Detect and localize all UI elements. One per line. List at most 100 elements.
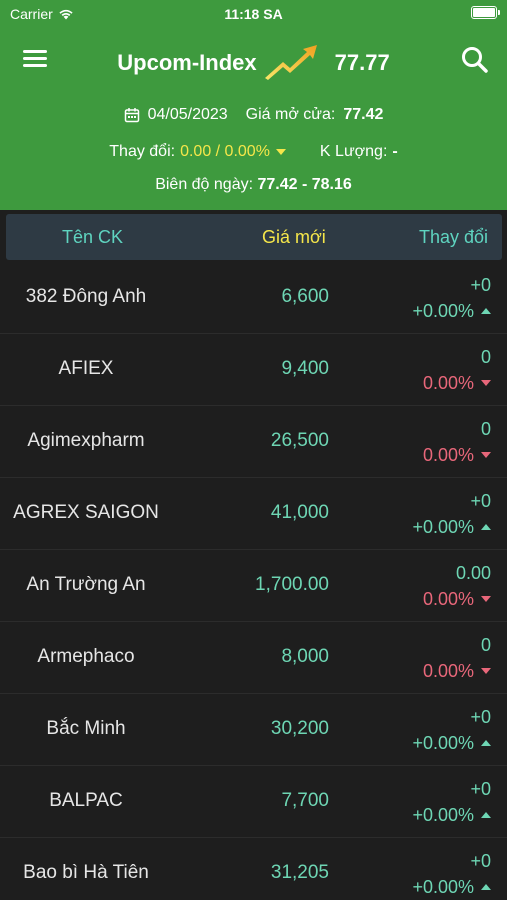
stock-change: +0 +0.00% <box>412 848 491 900</box>
trade-date: 04/05/2023 <box>147 106 228 123</box>
change-percent-wrap: +0.00% <box>412 514 491 540</box>
change-percent: +0.00% <box>412 733 474 753</box>
caret-down-icon <box>481 380 491 386</box>
table-row[interactable]: Agimexpharm 26,500 0 0.00% <box>0 406 507 478</box>
column-price[interactable]: Giá mới <box>262 227 326 248</box>
stock-name: Bắc Minh <box>46 718 126 739</box>
table-row[interactable]: 382 Đông Anh 6,600 +0 +0.00% <box>0 262 507 334</box>
date-row: 04/05/2023 Giá mở cửa: 77.42 <box>0 106 507 124</box>
change-percent-wrap: 0.00% <box>423 658 491 684</box>
stock-change: 0 0.00% <box>423 632 491 684</box>
range-row: Biên độ ngày: 77.42 - 78.16 <box>0 176 507 194</box>
change-percent-wrap: 0.00% <box>423 370 491 396</box>
change-percent: +0.00% <box>412 517 474 537</box>
change-percent-wrap: +0.00% <box>412 298 491 324</box>
table-row[interactable]: AGREX SAIGON 41,000 +0 +0.00% <box>0 478 507 550</box>
table-row[interactable]: An Trường An 1,700.00 0.00 0.00% <box>0 550 507 622</box>
calendar-icon <box>124 108 139 123</box>
change-absolute: 0 <box>480 347 491 367</box>
status-bar: Carrier 11:18 SA <box>0 0 507 28</box>
stock-price: 7,700 <box>281 790 329 811</box>
stock-price: 30,200 <box>270 718 329 739</box>
stock-price: 6,600 <box>281 286 329 307</box>
stock-change: 0 0.00% <box>423 344 491 396</box>
table-row[interactable]: Armephaco 8,000 0 0.00% <box>0 622 507 694</box>
change-absolute: 0.00 <box>455 563 491 583</box>
index-title: Upcom-Index 77.77 <box>0 45 507 80</box>
column-name[interactable]: Tên CK <box>62 227 123 248</box>
change-absolute: +0 <box>470 491 491 511</box>
caret-up-icon <box>481 884 491 890</box>
stock-change: +0 +0.00% <box>412 272 491 324</box>
change-percent: +0.00% <box>412 301 474 321</box>
caret-up-icon <box>481 740 491 746</box>
change-percent: 0.00% <box>422 589 474 609</box>
chevron-down-icon[interactable] <box>275 149 286 155</box>
table-row[interactable]: AFIEX 9,400 0 0.00% <box>0 334 507 406</box>
range-label: Biên độ ngày: <box>155 176 254 193</box>
stock-price: 1,700.00 <box>255 574 329 595</box>
change-percent-wrap: 0.00% <box>423 442 491 468</box>
index-name: Upcom-Index <box>117 50 257 75</box>
stock-name: Armephaco <box>37 646 135 667</box>
volume-label: K Lượng: <box>319 143 388 160</box>
table-row[interactable]: Bắc Minh 30,200 +0 +0.00% <box>0 694 507 766</box>
change-absolute: 0 <box>480 635 491 655</box>
change-percent: +0.00% <box>412 877 474 897</box>
stock-name: Bao bì Hà Tiên <box>23 862 149 883</box>
stock-name: An Trường An <box>26 574 146 595</box>
clock: 11:18 SA <box>224 6 283 22</box>
change-absolute: +0 <box>470 851 491 871</box>
change-percent: 0.00% <box>422 373 474 393</box>
stock-price: 41,000 <box>270 502 329 523</box>
table-header: Tên CK Giá mới Thay đổi <box>6 214 502 260</box>
change-percent-wrap: 0.00% <box>423 586 491 612</box>
stock-change: +0 +0.00% <box>412 704 491 756</box>
stock-name: BALPAC <box>49 790 123 811</box>
open-label: Giá mở cửa: <box>245 106 336 123</box>
open-value: 77.42 <box>343 106 384 123</box>
search-button[interactable] <box>459 44 491 76</box>
stock-price: 31,205 <box>270 862 329 883</box>
change-percent: +0.00% <box>412 805 474 825</box>
stock-name: AGREX SAIGON <box>13 502 159 523</box>
column-change[interactable]: Thay đổi <box>419 227 488 248</box>
change-percent: 0.00% <box>422 445 474 465</box>
change-percent: 0.00% <box>422 661 474 681</box>
stock-price: 9,400 <box>281 358 329 379</box>
stock-change: 0 0.00% <box>423 416 491 468</box>
caret-up-icon <box>481 524 491 530</box>
caret-down-icon <box>481 596 491 602</box>
change-label: Thay đổi: <box>109 143 176 160</box>
caret-down-icon <box>481 668 491 674</box>
stock-change: 0.00 0.00% <box>423 560 491 612</box>
caret-down-icon <box>481 452 491 458</box>
change-absolute: 0 <box>480 419 491 439</box>
nav-bar: Upcom-Index 77.77 <box>0 38 507 82</box>
stock-price: 8,000 <box>281 646 329 667</box>
table-row[interactable]: BALPAC 7,700 +0 +0.00% <box>0 766 507 838</box>
trend-up-icon <box>264 45 317 80</box>
change-row: Thay đổi: 0.00 / 0.00% K Lượng: - <box>0 143 507 161</box>
stock-name: AFIEX <box>58 358 114 379</box>
header: Carrier 11:18 SA Upcom-Index 77.77 04/05… <box>0 0 507 210</box>
change-value[interactable]: 0.00 / 0.00% <box>180 143 270 161</box>
stock-name: 382 Đông Anh <box>25 286 147 307</box>
change-percent-wrap: +0.00% <box>412 802 491 828</box>
battery-icon <box>471 6 500 19</box>
caret-up-icon <box>481 308 491 314</box>
caret-up-icon <box>481 812 491 818</box>
change-absolute: +0 <box>470 779 491 799</box>
index-value: 77.77 <box>334 50 390 75</box>
change-percent-wrap: +0.00% <box>412 874 491 900</box>
range-value: 77.42 - 78.16 <box>257 176 352 193</box>
change-absolute: +0 <box>470 275 491 295</box>
stock-name: Agimexpharm <box>27 430 145 451</box>
search-icon <box>462 47 488 73</box>
change-percent-wrap: +0.00% <box>412 730 491 756</box>
stock-price: 26,500 <box>270 430 329 451</box>
volume-value: - <box>392 143 398 160</box>
stock-list: 382 Đông Anh 6,600 +0 +0.00% AFIEX 9,400 0 0.00… <box>0 262 507 900</box>
table-row[interactable]: Bao bì Hà Tiên 31,205 +0 +0.00% <box>0 838 507 900</box>
stock-change: +0 +0.00% <box>412 488 491 540</box>
